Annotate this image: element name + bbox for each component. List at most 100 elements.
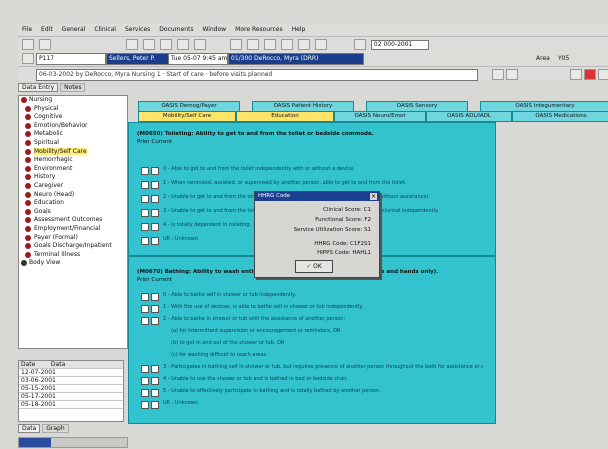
menu-item-documents[interactable]: Documents (159, 26, 193, 33)
tab-notes[interactable]: Notes (60, 83, 86, 92)
new-icon[interactable] (22, 39, 34, 50)
prior-checkbox[interactable] (141, 365, 149, 373)
pwd-field[interactable]: 02 000-2001 (370, 39, 429, 50)
prior-checkbox[interactable] (141, 209, 149, 217)
options-icon[interactable] (570, 69, 582, 80)
tree-item-goals-discharge-inpatient[interactable]: Goals Discharge/Inpatient (19, 242, 127, 251)
menu-item-clinical[interactable]: Clinical (94, 26, 116, 33)
current-checkbox[interactable] (151, 377, 159, 385)
current-checkbox[interactable] (151, 223, 159, 231)
calendar-icon[interactable] (247, 39, 260, 50)
prev-icon[interactable] (492, 69, 504, 80)
menu-item-services[interactable]: Services (125, 26, 150, 33)
prior-checkbox[interactable] (141, 223, 149, 231)
current-checkbox[interactable] (151, 167, 159, 175)
book-icon[interactable] (264, 39, 277, 50)
clock-icon[interactable] (193, 39, 206, 50)
menu-item-help[interactable]: Help (292, 26, 306, 33)
tab-oasis-medications[interactable]: OASIS Medications (512, 111, 608, 122)
tree-root[interactable]: Nursing (19, 96, 127, 105)
print-icon[interactable] (125, 39, 138, 50)
tree-item-environment[interactable]: Environment (19, 165, 127, 174)
tree-body-view[interactable]: Body View (19, 259, 127, 268)
tree-item-neuro-head-[interactable]: Neuro (Head) (19, 191, 127, 200)
tree-item-payer-formal-[interactable]: Payer (Formal) (19, 234, 127, 243)
assessment-selector[interactable]: 06-03-2002 by DeRocco, Myra Nursing 1 · … (36, 69, 478, 81)
tree-item-physical[interactable]: Physical (19, 105, 127, 114)
menu-item-file[interactable]: File (22, 26, 32, 33)
paste-icon[interactable] (176, 39, 189, 50)
tab-data-entry[interactable]: Data Entry (18, 83, 59, 92)
tree-item-mobility-self-care[interactable]: Mobility/Self Care (19, 147, 127, 157)
current-checkbox[interactable] (151, 293, 159, 301)
category-icon (25, 157, 31, 164)
current-checkbox[interactable] (151, 195, 159, 203)
prior-checkbox[interactable] (141, 305, 149, 313)
save-icon[interactable] (38, 39, 51, 50)
clinician-field[interactable]: 01/300 DeRocco, Myra (DRR) (228, 53, 364, 65)
prior-checkbox[interactable] (141, 317, 149, 325)
people-icon[interactable] (281, 39, 294, 50)
prior-checkbox[interactable] (141, 293, 149, 301)
ok-button[interactable]: ✓ OK (295, 260, 333, 273)
current-checkbox[interactable] (151, 389, 159, 397)
menu-item-more-resources[interactable]: More Resources (235, 26, 282, 33)
prior-checkbox[interactable] (141, 237, 149, 245)
patient-name-field[interactable]: Sellers, Peter P. (106, 53, 170, 65)
visit-date-field[interactable]: Tue 05-07 9:45 am (168, 53, 228, 65)
grid-row[interactable]: 05-18-2001 (19, 401, 123, 409)
flag-icon[interactable] (298, 39, 311, 50)
prior-checkbox[interactable] (141, 195, 149, 203)
grid-row[interactable]: 03-06-2001 (19, 377, 123, 385)
phone-icon[interactable] (353, 39, 366, 50)
option-text: 0 - Able to bathe self in shower or tub … (163, 292, 297, 298)
grid-row[interactable]: 12-07-2001 (19, 369, 123, 377)
prior-checkbox[interactable] (141, 401, 149, 409)
lock-icon[interactable] (315, 39, 328, 50)
tab-oasis-adl-iadl[interactable]: OASIS ADL/IADL (426, 111, 512, 122)
current-checkbox[interactable] (151, 317, 159, 325)
tree-item-assessment-outcomes[interactable]: Assessment Outcomes (19, 216, 127, 225)
grid-row[interactable]: 05-15-2001 (19, 385, 123, 393)
help-icon[interactable] (598, 69, 608, 80)
tab-education[interactable]: Education (236, 111, 334, 122)
prior-checkbox[interactable] (141, 167, 149, 175)
tree-item-terminal-illness[interactable]: Terminal Illness (19, 251, 127, 260)
current-checkbox[interactable] (151, 365, 159, 373)
tab-data[interactable]: Data (18, 424, 41, 433)
copy-icon[interactable] (159, 39, 172, 50)
cut-icon[interactable] (142, 39, 155, 50)
menu-item-edit[interactable]: Edit (41, 26, 53, 33)
chart-icon[interactable] (230, 39, 243, 50)
tree-item-caregiver[interactable]: Caregiver (19, 182, 127, 191)
tree-item-metabolic[interactable]: Metabolic (19, 130, 127, 139)
current-checkbox[interactable] (151, 305, 159, 313)
current-checkbox[interactable] (151, 209, 159, 217)
stop-icon[interactable] (584, 69, 596, 80)
menu-item-general[interactable]: General (62, 26, 86, 33)
tree-item-education[interactable]: Education (19, 199, 127, 208)
tab-mobility-self-care[interactable]: Mobility/Self Care (138, 111, 236, 122)
tree-item-goals[interactable]: Goals (19, 208, 127, 217)
patient-id-field[interactable]: P117 (36, 53, 106, 65)
tree-item-history[interactable]: History (19, 173, 127, 182)
tab-graph[interactable]: Graph (42, 424, 69, 433)
current-checkbox[interactable] (151, 181, 159, 189)
current-checkbox[interactable] (151, 237, 159, 245)
tab-oasis-neuro-emot[interactable]: OASIS Neuro/Emot (334, 111, 426, 122)
close-icon[interactable]: × (370, 193, 377, 200)
current-checkbox[interactable] (151, 401, 159, 409)
home-icon[interactable] (22, 53, 34, 64)
menu-item-window[interactable]: Window (203, 26, 227, 33)
body-icon (21, 260, 27, 267)
tree-item-cognitive[interactable]: Cognitive (19, 113, 127, 122)
prior-checkbox[interactable] (141, 377, 149, 385)
grid-row[interactable]: 05-17-2001 (19, 393, 123, 401)
prior-checkbox[interactable] (141, 389, 149, 397)
tree-item-employment-financial[interactable]: Employment/Financial (19, 225, 127, 234)
prior-checkbox[interactable] (141, 181, 149, 189)
next-icon[interactable] (506, 69, 518, 80)
tree-item-spiritual[interactable]: Spiritual (19, 139, 127, 148)
tree-item-hemorrhagic[interactable]: Hemorrhagic (19, 156, 127, 165)
tree-item-emotion-behavior[interactable]: Emotion/Behavior (19, 122, 127, 131)
